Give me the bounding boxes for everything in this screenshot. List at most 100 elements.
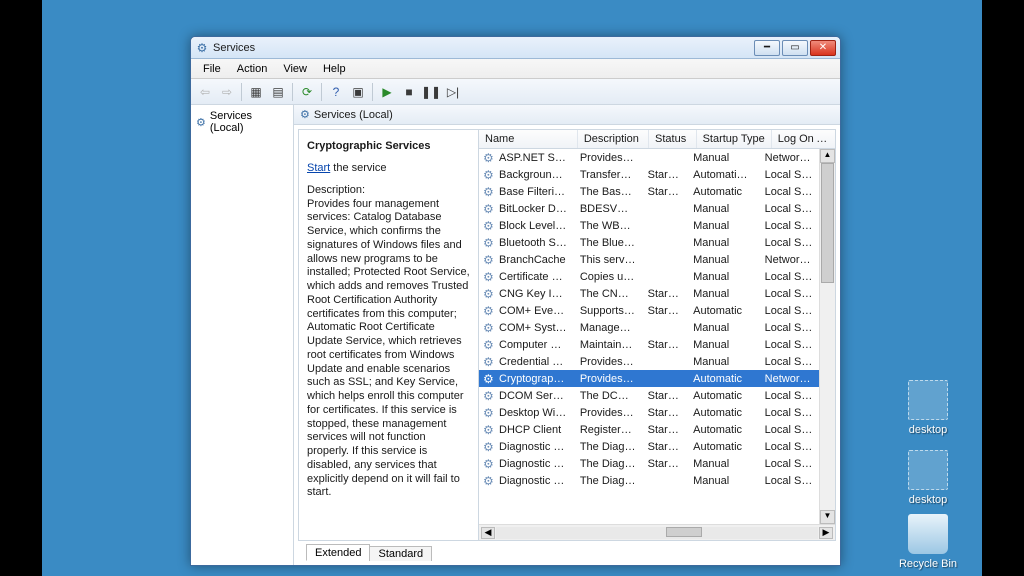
- pause-service-button[interactable]: ❚❚: [421, 82, 441, 102]
- scroll-right-arrow[interactable]: ▶: [819, 527, 833, 539]
- cell-logon: Local Syste...: [759, 203, 819, 215]
- table-row[interactable]: ⚙Credential ManagerProvides se...ManualL…: [479, 353, 819, 370]
- cell-startup: Manual: [687, 203, 759, 215]
- desktop-background: desktop desktop Recycle Bin ⚙ Services ━…: [42, 0, 982, 576]
- scroll-up-arrow[interactable]: ▲: [820, 149, 835, 163]
- restart-service-button[interactable]: ▷|: [443, 82, 463, 102]
- scroll-left-arrow[interactable]: ◀: [481, 527, 495, 539]
- properties-button[interactable]: ▤: [268, 82, 288, 102]
- cell-logon: Local Service: [759, 441, 819, 453]
- console-tree[interactable]: ⚙ Services (Local): [191, 105, 294, 565]
- table-row[interactable]: ⚙DCOM Server Pro...The DCOM...StartedAut…: [479, 387, 819, 404]
- col-startup-type[interactable]: Startup Type: [697, 130, 772, 148]
- window-title: Services: [213, 42, 255, 54]
- scroll-down-arrow[interactable]: ▼: [820, 510, 835, 524]
- table-row[interactable]: ⚙BranchCacheThis service ...ManualNetwor…: [479, 251, 819, 268]
- desktop-shortcut-2[interactable]: desktop: [896, 450, 960, 506]
- start-service-link[interactable]: Start: [307, 162, 330, 174]
- cell-status: Started: [642, 407, 687, 419]
- cell-name: BitLocker Drive En...: [493, 203, 574, 215]
- cell-logon: Local Service: [759, 186, 819, 198]
- cell-name: DCOM Server Pro...: [493, 390, 574, 402]
- horizontal-scrollbar[interactable]: ◀ ▶: [479, 524, 835, 540]
- tree-node-services-local[interactable]: ⚙ Services (Local): [193, 107, 291, 137]
- forward-button[interactable]: ⇨: [217, 82, 237, 102]
- refresh-button[interactable]: ⟳: [297, 82, 317, 102]
- toolbar: ⇦ ⇨ ▦ ▤ ⟳ ? ▣ ▶ ■ ❚❚ ▷|: [191, 79, 840, 105]
- cell-startup: Manual: [687, 271, 759, 283]
- services-list[interactable]: ⚙ASP.NET State Ser...Provides su...Manua…: [479, 149, 819, 524]
- menu-action[interactable]: Action: [229, 63, 276, 75]
- table-row[interactable]: ⚙ASP.NET State Ser...Provides su...Manua…: [479, 149, 819, 166]
- gear-icon: ⚙: [196, 116, 206, 129]
- menu-help[interactable]: Help: [315, 63, 354, 75]
- tab-standard[interactable]: Standard: [369, 546, 432, 561]
- table-row[interactable]: ⚙COM+ Event Syst...Supports Sy...Started…: [479, 302, 819, 319]
- table-row[interactable]: ⚙Computer BrowserMaintains a...StartedMa…: [479, 336, 819, 353]
- cell-logon: Network S...: [759, 373, 819, 385]
- maximize-button[interactable]: ▭: [782, 40, 808, 56]
- cell-status: Started: [642, 339, 687, 351]
- minimize-button[interactable]: ━: [754, 40, 780, 56]
- titlebar[interactable]: ⚙ Services ━ ▭ ✕: [191, 37, 840, 59]
- scroll-thumb[interactable]: [821, 163, 834, 283]
- cell-description: The Base Fil...: [574, 186, 642, 198]
- gear-icon: ⚙: [479, 287, 493, 301]
- cell-description: Provides se...: [574, 356, 642, 368]
- export-button[interactable]: ▣: [348, 82, 368, 102]
- table-row[interactable]: ⚙Diagnostic System...The Diagno...Manual…: [479, 472, 819, 489]
- file-icon: [908, 380, 948, 420]
- table-row[interactable]: ⚙Diagnostic Policy ...The Diagno...Start…: [479, 438, 819, 455]
- pane-title: Services (Local): [314, 109, 393, 121]
- table-row[interactable]: ⚙Diagnostic Service...The Diagno...Start…: [479, 455, 819, 472]
- back-button[interactable]: ⇦: [195, 82, 215, 102]
- help-button[interactable]: ?: [326, 82, 346, 102]
- shortcut-label: desktop: [909, 424, 948, 436]
- toolbar-separator: [372, 83, 373, 101]
- gear-icon: ⚙: [195, 41, 209, 55]
- cell-description: Transfers fil...: [574, 169, 642, 181]
- gear-icon: ⚙: [479, 372, 493, 386]
- vertical-scrollbar[interactable]: ▲ ▼: [819, 149, 835, 524]
- col-log-on-as[interactable]: Log On As: [772, 130, 835, 148]
- gear-icon: ⚙: [479, 202, 493, 216]
- cell-description: This service ...: [574, 254, 642, 266]
- gear-icon: ⚙: [479, 321, 493, 335]
- cell-description: Provides su...: [574, 152, 642, 164]
- cell-name: Computer Browser: [493, 339, 574, 351]
- recycle-bin[interactable]: Recycle Bin: [896, 514, 960, 570]
- table-row[interactable]: ⚙Base Filtering Engi...The Base Fil...St…: [479, 183, 819, 200]
- gear-icon: ⚙: [479, 457, 493, 471]
- table-row[interactable]: ⚙CNG Key IsolationThe CNG ke...StartedMa…: [479, 285, 819, 302]
- col-description[interactable]: Description: [578, 130, 649, 148]
- gear-icon: ⚙: [479, 389, 493, 403]
- cell-startup: Automatic: [687, 407, 759, 419]
- col-name[interactable]: Name: [479, 130, 578, 148]
- cell-status: Started: [642, 288, 687, 300]
- table-row[interactable]: ⚙BitLocker Drive En...BDESVC hos...Manua…: [479, 200, 819, 217]
- cell-startup: Manual: [687, 220, 759, 232]
- close-button[interactable]: ✕: [810, 40, 836, 56]
- table-row[interactable]: ⚙DHCP ClientRegisters an...StartedAutoma…: [479, 421, 819, 438]
- show-hide-tree-button[interactable]: ▦: [246, 82, 266, 102]
- services-window: ⚙ Services ━ ▭ ✕ File Action View Help ⇦…: [190, 36, 841, 566]
- desktop-shortcut-1[interactable]: desktop: [896, 380, 960, 436]
- table-row[interactable]: ⚙Cryptographic Ser...Provides fo...Autom…: [479, 370, 819, 387]
- cell-name: Block Level Backu...: [493, 220, 574, 232]
- cell-status: Started: [642, 424, 687, 436]
- table-row[interactable]: ⚙Background Intelli...Transfers fil...St…: [479, 166, 819, 183]
- start-service-button[interactable]: ▶: [377, 82, 397, 102]
- menu-file[interactable]: File: [195, 63, 229, 75]
- tab-extended[interactable]: Extended: [306, 544, 370, 561]
- table-row[interactable]: ⚙Certificate Propag...Copies user ...Man…: [479, 268, 819, 285]
- col-status[interactable]: Status: [649, 130, 697, 148]
- menu-view[interactable]: View: [275, 63, 315, 75]
- table-row[interactable]: ⚙Block Level Backu...The WBENG...ManualL…: [479, 217, 819, 234]
- toolbar-separator: [292, 83, 293, 101]
- table-row[interactable]: ⚙COM+ System Ap...Manages th...ManualLoc…: [479, 319, 819, 336]
- table-row[interactable]: ⚙Desktop Window ...Provides De...Started…: [479, 404, 819, 421]
- table-row[interactable]: ⚙Bluetooth Support...The Bluetoo...Manua…: [479, 234, 819, 251]
- scroll-thumb[interactable]: [666, 527, 702, 537]
- stop-service-button[interactable]: ■: [399, 82, 419, 102]
- cell-status: Started: [642, 390, 687, 402]
